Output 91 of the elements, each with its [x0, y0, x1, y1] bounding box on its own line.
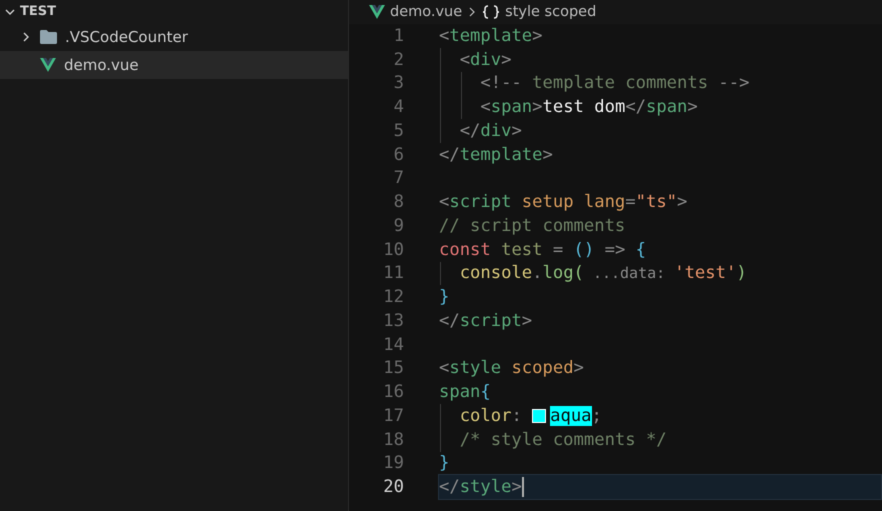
code-token: < — [479, 97, 491, 118]
code-token: script — [460, 310, 522, 331]
code-token: : — [511, 406, 523, 426]
line-number: 14 — [382, 334, 404, 355]
line-number: 19 — [382, 453, 404, 474]
code-token: </ — [439, 310, 460, 331]
code-token: ) — [736, 263, 747, 284]
code-token: div — [470, 50, 502, 70]
code-token: </ — [439, 144, 460, 165]
code-token: < — [439, 358, 450, 378]
line-number: 13 — [382, 310, 404, 331]
line-number: 16 — [382, 382, 404, 402]
code-token: > — [501, 50, 512, 70]
breadcrumb-item[interactable]: demo.vue — [390, 4, 462, 20]
line-number: 20 — [382, 477, 404, 498]
line-number: 10 — [382, 240, 404, 260]
code-token: } — [439, 453, 450, 474]
code-token: /* style comments */ — [458, 430, 667, 450]
code-token: </ — [625, 97, 646, 118]
code-token: > — [532, 97, 543, 118]
code-token: style — [460, 477, 512, 498]
text-cursor — [522, 477, 524, 498]
code-token: > — [511, 477, 522, 498]
code-token: () — [574, 240, 594, 260]
code-token: { — [636, 240, 646, 260]
code-token: aqua — [550, 406, 592, 426]
code-token: "ts" — [636, 192, 678, 212]
code-token: > — [574, 358, 584, 378]
code-token: // script comments — [439, 216, 626, 236]
code-token: > — [511, 120, 522, 141]
code-token: < — [458, 50, 470, 70]
vue-logo-icon — [369, 5, 385, 19]
code-token: const — [439, 240, 491, 260]
explorer-item[interactable]: demo.vue — [0, 51, 348, 79]
code-token: = — [625, 192, 636, 212]
code-token: color — [458, 406, 512, 426]
code-token: span — [490, 97, 532, 118]
code-token: 'test' — [674, 263, 736, 284]
code-token: setup lang — [520, 192, 626, 212]
code-token: <!-- — [479, 73, 522, 94]
line-number: 7 — [392, 168, 404, 188]
code-token: > — [522, 310, 532, 331]
code-token: style — [449, 358, 502, 378]
line-number: 6 — [392, 144, 404, 165]
code-token: } — [439, 287, 450, 308]
code-token: = — [552, 240, 564, 260]
code-token: template — [460, 144, 542, 165]
line-number: 17 — [382, 406, 404, 426]
code-token: > — [677, 192, 688, 212]
line-number: 11 — [382, 263, 404, 284]
code-token: . — [532, 263, 542, 284]
code-token: --> — [718, 73, 750, 94]
color-swatch[interactable] — [532, 408, 546, 423]
breadcrumb-item[interactable]: style scoped — [505, 4, 596, 20]
code-token: </ — [458, 120, 480, 141]
code-token: span — [439, 382, 480, 402]
code-token: script — [449, 192, 512, 212]
code-token: < — [439, 192, 450, 212]
code-token: div — [480, 120, 512, 141]
code-token: => — [604, 240, 626, 260]
line-number: 9 — [392, 216, 404, 236]
line-number: 12 — [382, 287, 404, 308]
code-token: < — [439, 26, 450, 46]
inlay-hint: ...data: — [592, 264, 666, 282]
line-number: 5 — [392, 120, 404, 141]
code-token: </ — [439, 477, 460, 498]
code-token: log( — [542, 263, 584, 284]
code-token: span — [646, 97, 688, 118]
code-token: ; — [592, 406, 602, 426]
braces-icon — [482, 5, 500, 19]
line-number: 3 — [392, 73, 404, 94]
code-token: test — [500, 240, 542, 260]
code-token: { — [480, 382, 491, 402]
code-token: > — [542, 144, 553, 165]
line-number: 2 — [392, 50, 404, 70]
code-token: test dom — [542, 97, 626, 118]
line-number: 18 — [382, 430, 404, 450]
code-token: template — [449, 26, 532, 46]
line-number: 4 — [392, 97, 404, 118]
code-token: template comments — [531, 73, 710, 94]
vue-logo-icon — [40, 58, 56, 72]
code-token: console — [458, 263, 532, 284]
code-token: > — [687, 97, 698, 118]
line-number: 8 — [392, 192, 404, 212]
code-token: > — [532, 26, 543, 46]
chevron-icon — [467, 6, 478, 18]
line-number: 1 — [392, 26, 404, 46]
explorer-title: TEST — [20, 4, 56, 19]
folder-icon — [40, 30, 57, 44]
line-number: 15 — [382, 358, 404, 378]
code-token: scoped — [510, 358, 574, 378]
